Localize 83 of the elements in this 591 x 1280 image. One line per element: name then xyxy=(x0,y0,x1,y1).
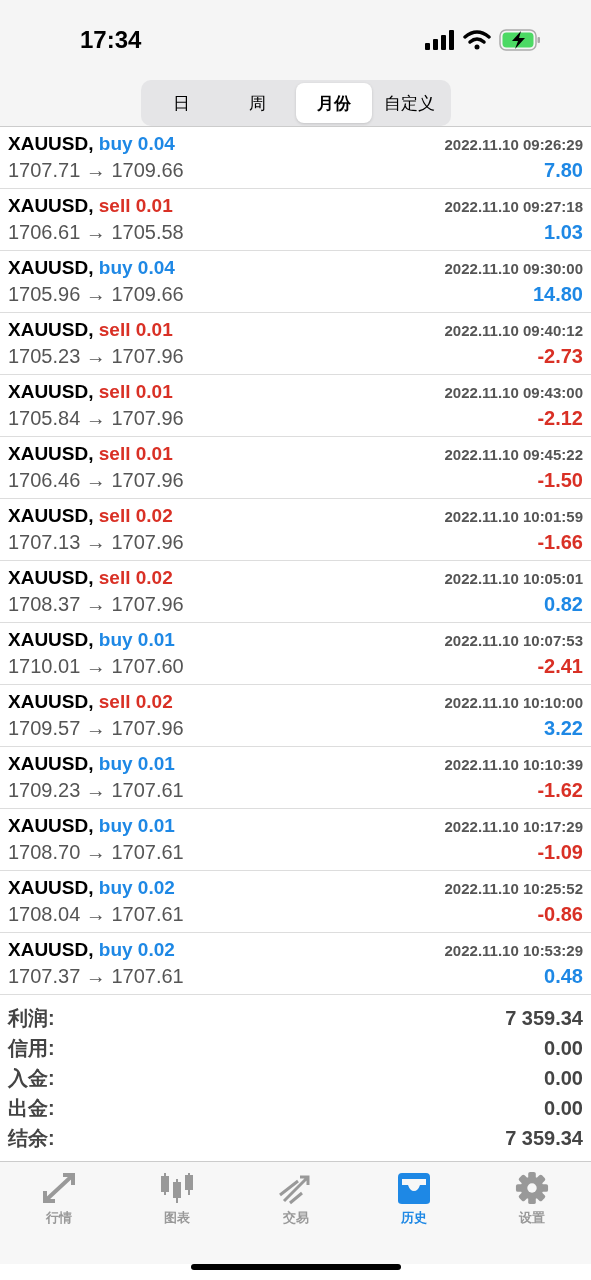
tab-bar-item[interactable]: 图表 xyxy=(118,1170,237,1228)
deal-time: 2022.11.10 09:45:22 xyxy=(444,446,583,463)
deal-profit: 3.22 xyxy=(544,717,583,740)
tab-bar-item[interactable]: 设置 xyxy=(472,1170,591,1228)
period-tab[interactable]: 月份 xyxy=(295,83,372,123)
deal-time: 2022.11.10 10:17:29 xyxy=(444,818,583,835)
deal-prices: 1710.01 → 1707.60 xyxy=(8,655,184,678)
deal-profit: -2.41 xyxy=(537,655,583,678)
deal-title: XAUUSD, buy 0.02 xyxy=(8,877,175,899)
deal-prices: 1705.96 → 1709.66 xyxy=(8,283,184,306)
deal-time: 2022.11.10 09:30:00 xyxy=(444,260,583,277)
deal-profit: 7.80 xyxy=(544,159,583,182)
deal-time: 2022.11.10 10:53:29 xyxy=(444,942,583,959)
summary-label: 出金: xyxy=(8,1095,55,1121)
deal-time: 2022.11.10 09:27:18 xyxy=(444,198,583,215)
deal-prices: 1705.84 → 1707.96 xyxy=(8,407,184,430)
deal-profit: -1.50 xyxy=(537,469,583,492)
deal-profit: -1.09 xyxy=(537,841,583,864)
deal-time: 2022.11.10 09:43:00 xyxy=(444,384,583,401)
deal-profit: -0.86 xyxy=(537,903,583,926)
deal-time: 2022.11.10 09:40:12 xyxy=(444,322,583,339)
deal-prices: 1708.70 → 1707.61 xyxy=(8,841,184,864)
deal-prices: 1706.61 → 1705.58 xyxy=(8,221,184,244)
diagonal-arrows-icon xyxy=(41,1171,78,1205)
deal-title: XAUUSD, sell 0.02 xyxy=(8,567,173,589)
deal-time: 2022.11.10 10:05:01 xyxy=(444,570,583,587)
deal-title: XAUUSD, buy 0.04 xyxy=(8,257,175,279)
deal-prices: 1708.37 → 1707.96 xyxy=(8,593,184,616)
deal-time: 2022.11.10 10:01:59 xyxy=(444,508,583,525)
deal-profit: 0.48 xyxy=(544,965,583,988)
deal-profit: 1.03 xyxy=(544,221,583,244)
deal-title: XAUUSD, buy 0.01 xyxy=(8,753,175,775)
tab-bar-item[interactable]: 行情 xyxy=(0,1170,119,1228)
deal-prices: 1709.23 → 1707.61 xyxy=(8,779,184,802)
deal-profit: -2.73 xyxy=(537,345,583,368)
deal-prices: 1709.57 → 1707.96 xyxy=(8,717,184,740)
deal-title: XAUUSD, sell 0.01 xyxy=(8,195,173,217)
deal-title: XAUUSD, sell 0.02 xyxy=(8,505,173,527)
summary-value: 7 359.34 xyxy=(505,1126,583,1150)
summary-value: 7 359.34 xyxy=(505,1006,583,1030)
deal-time: 2022.11.10 10:07:53 xyxy=(444,632,583,649)
deal-title: XAUUSD, sell 0.01 xyxy=(8,443,173,465)
deal-title: XAUUSD, sell 0.01 xyxy=(8,319,173,341)
deal-title: XAUUSD, buy 0.01 xyxy=(8,629,175,651)
deal-prices: 1708.04 → 1707.61 xyxy=(8,903,184,926)
deal-time: 2022.11.10 10:10:00 xyxy=(444,694,583,711)
deal-prices: 1707.37 → 1707.61 xyxy=(8,965,184,988)
period-tab[interactable]: 日 xyxy=(143,83,220,123)
deal-time: 2022.11.10 09:26:29 xyxy=(444,136,583,153)
battery-charging-icon xyxy=(499,29,541,51)
inbox-tray-icon xyxy=(395,1171,432,1205)
deal-time: 2022.11.10 10:10:39 xyxy=(444,756,583,773)
deal-title: XAUUSD, sell 0.02 xyxy=(8,691,173,713)
wifi-icon xyxy=(463,30,491,50)
tab-bar-item[interactable]: 历史 xyxy=(354,1170,473,1228)
tab-bar-item[interactable]: 交易 xyxy=(236,1170,355,1228)
deal-title: XAUUSD, buy 0.02 xyxy=(8,939,175,961)
summary-value: 0.00 xyxy=(544,1066,583,1090)
status-time: 17:34 xyxy=(80,26,142,54)
summary-value: 0.00 xyxy=(544,1096,583,1120)
deal-profit: 0.82 xyxy=(544,593,583,616)
period-tab[interactable]: 自定义 xyxy=(371,83,448,123)
summary-label: 结余: xyxy=(8,1125,55,1151)
summary-label: 信用: xyxy=(8,1035,55,1061)
summary-label: 入金: xyxy=(8,1065,55,1091)
deal-profit: -2.12 xyxy=(537,407,583,430)
period-tab[interactable]: 周 xyxy=(219,83,296,123)
deal-prices: 1705.23 → 1707.96 xyxy=(8,345,184,368)
deal-profit: -1.62 xyxy=(537,779,583,802)
deal-prices: 1707.71 → 1709.66 xyxy=(8,159,184,182)
deal-title: XAUUSD, buy 0.04 xyxy=(8,133,175,155)
deal-prices: 1706.46 → 1707.96 xyxy=(8,469,184,492)
deal-time: 2022.11.10 10:25:52 xyxy=(444,880,583,897)
candlestick-icon xyxy=(159,1171,196,1205)
summary-value: 0.00 xyxy=(544,1036,583,1060)
deal-title: XAUUSD, sell 0.01 xyxy=(8,381,173,403)
deal-profit: -1.66 xyxy=(537,531,583,554)
summary-label: 利润: xyxy=(8,1005,55,1031)
settings-icon xyxy=(513,1171,550,1205)
deal-prices: 1707.13 → 1707.96 xyxy=(8,531,184,554)
signal-icon xyxy=(425,30,455,50)
deal-profit: 14.80 xyxy=(532,283,583,306)
deal-title: XAUUSD, buy 0.01 xyxy=(8,815,175,837)
